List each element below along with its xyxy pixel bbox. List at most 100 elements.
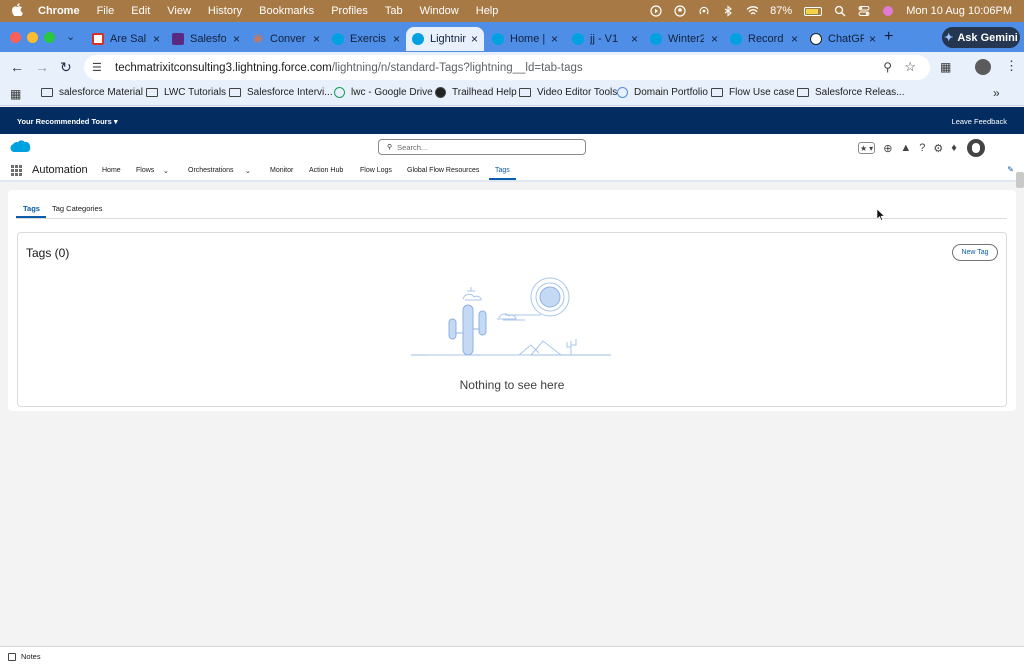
forward-arrow-icon[interactable]: → <box>35 59 49 75</box>
siri-icon[interactable] <box>882 5 894 17</box>
browser-tab[interactable]: Record × <box>724 27 804 51</box>
reload-icon[interactable]: ↻ <box>60 59 72 76</box>
browser-tab[interactable]: Salesfo × <box>166 27 246 51</box>
wifi-icon[interactable] <box>746 5 759 17</box>
flows-chevron-down-icon[interactable]: ⌄ <box>163 167 169 175</box>
bookmark-item[interactable]: LWC Tutorials <box>146 87 226 98</box>
menu-file[interactable]: File <box>97 5 115 17</box>
gmail-icon <box>92 33 104 45</box>
nav-item-flows[interactable]: Flows <box>136 167 154 174</box>
close-window-button[interactable] <box>10 32 21 43</box>
salesforce-cloud-logo-icon[interactable] <box>9 140 31 154</box>
menu-view[interactable]: View <box>167 5 191 17</box>
tab-search-chevron-icon[interactable]: ⌄ <box>66 30 75 43</box>
bookmark-item[interactable]: Salesforce Releas... <box>797 87 905 98</box>
bookmark-item[interactable]: lwc - Google Drive <box>334 87 433 98</box>
favorites-button[interactable]: ★ ▾ <box>858 142 876 154</box>
subtab-tag-categories[interactable]: Tag Categories <box>52 204 102 213</box>
nav-item-orchestrations[interactable]: Orchestrations <box>188 167 234 174</box>
nav-item-action-hub[interactable]: Action Hub <box>309 167 343 174</box>
spotlight-search-icon[interactable] <box>834 5 846 17</box>
app-launcher-waffle-icon[interactable] <box>11 165 22 176</box>
browser-tab[interactable]: ❋ Conver × <box>246 27 326 51</box>
nav-item-flow-logs[interactable]: Flow Logs <box>360 167 392 174</box>
tab-title: Exercis <box>350 33 386 45</box>
help-question-icon[interactable]: ? <box>919 142 925 154</box>
edit-nav-pencil-icon[interactable]: ✎ <box>1007 165 1014 174</box>
bluetooth-icon[interactable] <box>722 5 734 17</box>
nav-item-global-flow-resources[interactable]: Global Flow Resources <box>407 167 479 174</box>
nav-item-monitor[interactable]: Monitor <box>270 167 293 174</box>
user-circle-icon[interactable] <box>674 5 686 17</box>
menu-history[interactable]: History <box>208 5 242 17</box>
close-tab-icon[interactable]: × <box>233 32 240 46</box>
bookmark-item[interactable]: Video Editor Tools <box>519 87 617 98</box>
global-actions-plus-icon[interactable]: ⊕ <box>883 142 892 155</box>
close-tab-icon[interactable]: × <box>791 32 798 46</box>
orchestrations-chevron-down-icon[interactable]: ⌄ <box>245 167 251 175</box>
user-avatar[interactable] <box>966 139 985 157</box>
browser-tab-active[interactable]: Lightnin × <box>406 27 484 51</box>
browser-tab[interactable]: Exercis × <box>326 27 406 51</box>
zoom-window-button[interactable] <box>44 32 55 43</box>
close-tab-icon[interactable]: × <box>711 32 718 46</box>
new-tag-button[interactable]: New Tag <box>952 244 998 261</box>
back-arrow-icon[interactable]: ← <box>10 59 24 75</box>
menu-profiles[interactable]: Profiles <box>331 5 368 17</box>
close-tab-icon[interactable]: × <box>631 32 638 46</box>
control-center-icon[interactable] <box>858 5 870 17</box>
menu-bookmarks[interactable]: Bookmarks <box>259 5 314 17</box>
extensions-puzzle-icon[interactable]: ▦ <box>940 60 951 74</box>
trailhead-guidance-icon[interactable]: ▲ <box>900 142 911 154</box>
battery-icon[interactable] <box>804 6 823 16</box>
airdrop-icon[interactable] <box>698 5 710 17</box>
new-tab-plus-icon[interactable]: + <box>884 28 893 46</box>
browser-tab[interactable]: ChatGP × <box>804 27 882 51</box>
browser-tab[interactable]: jj - V1 × <box>566 27 644 51</box>
close-tab-icon[interactable]: × <box>393 32 400 46</box>
notes-utility-item[interactable]: Notes <box>21 652 41 661</box>
folder-icon <box>711 88 723 97</box>
menu-help[interactable]: Help <box>476 5 499 17</box>
bookmark-item[interactable]: Salesforce Intervi... <box>229 87 333 98</box>
menubar-clock[interactable]: Mon 10 Aug 10:06PM <box>906 5 1012 17</box>
profile-avatar[interactable] <box>975 59 991 75</box>
zoom-magnifier-icon[interactable]: ⚲ <box>883 60 892 74</box>
apple-icon[interactable] <box>12 3 26 19</box>
menu-edit[interactable]: Edit <box>131 5 150 17</box>
bookmark-item[interactable]: salesforce Material <box>41 87 143 98</box>
address-bar[interactable]: ☰ techmatrixitconsulting3.lightning.forc… <box>84 55 930 80</box>
nav-item-tags[interactable]: Tags <box>495 167 510 174</box>
close-tab-icon[interactable]: × <box>471 32 478 46</box>
bookmark-item[interactable]: Flow Use case <box>711 87 795 98</box>
notifications-bell-icon[interactable]: ♦ <box>951 142 957 154</box>
bookmarks-overflow-icon[interactable]: » <box>993 86 1000 100</box>
url-text[interactable]: techmatrixitconsulting3.lightning.force.… <box>115 62 583 74</box>
apps-grid-icon[interactable]: ▦ <box>10 87 21 101</box>
menu-tab[interactable]: Tab <box>385 5 403 17</box>
bookmark-item[interactable]: Domain Portfolio <box>617 87 708 98</box>
minimize-window-button[interactable] <box>27 32 38 43</box>
setup-gear-icon[interactable]: ⚙ <box>933 142 943 155</box>
browser-tab[interactable]: Are Sale × <box>86 27 166 51</box>
play-circle-icon[interactable] <box>650 5 662 17</box>
ask-gemini-button[interactable]: ✦ Ask Gemini <box>942 27 1020 48</box>
close-tab-icon[interactable]: × <box>313 32 320 46</box>
browser-tab[interactable]: Winter2 × <box>644 27 724 51</box>
menu-chrome[interactable]: Chrome <box>38 5 80 17</box>
global-search-input[interactable]: ⚲ Search... <box>378 139 586 155</box>
menu-window[interactable]: Window <box>420 5 459 17</box>
leave-feedback-link[interactable]: Leave Feedback <box>952 117 1007 126</box>
close-tab-icon[interactable]: × <box>551 32 558 46</box>
recommended-tours-dropdown[interactable]: Your Recommended Tours ▾ <box>17 117 118 126</box>
browser-tab[interactable]: Home | × <box>486 27 564 51</box>
site-info-icon[interactable]: ☰ <box>92 61 106 75</box>
nav-item-home[interactable]: Home <box>102 167 121 174</box>
bookmark-star-icon[interactable]: ☆ <box>904 59 916 75</box>
close-tab-icon[interactable]: × <box>869 32 876 46</box>
close-tab-icon[interactable]: × <box>153 32 160 46</box>
bookmark-item[interactable]: Trailhead Help <box>435 87 517 98</box>
page-scrollbar[interactable] <box>1016 172 1024 188</box>
more-menu-icon[interactable]: ⋮ <box>1005 58 1018 74</box>
subtab-tags[interactable]: Tags <box>23 204 40 213</box>
